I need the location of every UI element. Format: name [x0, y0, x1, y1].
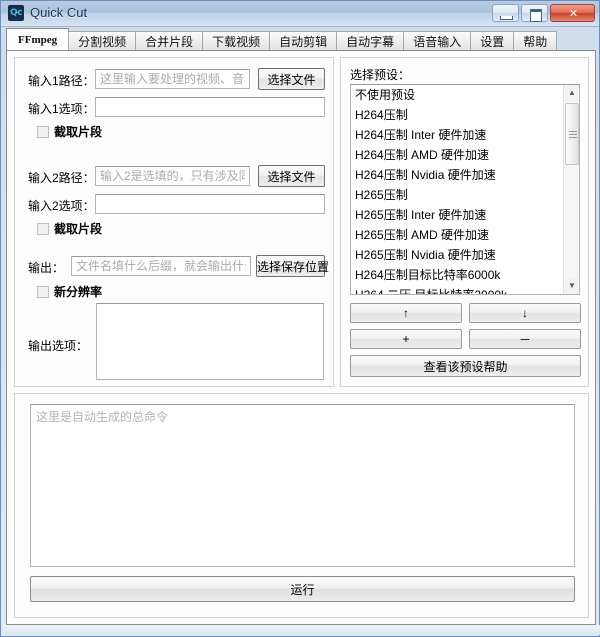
maximize-button[interactable] — [521, 4, 548, 22]
output-options-textarea[interactable] — [96, 303, 324, 380]
window-controls: ✕ — [492, 4, 595, 22]
clip1-checkbox[interactable]: 截取片段 — [37, 123, 102, 140]
list-item[interactable]: H264压制 — [351, 105, 563, 125]
scroll-down-icon[interactable]: ▼ — [564, 278, 580, 294]
scroll-up-icon[interactable]: ▲ — [564, 85, 580, 101]
maximize-icon — [530, 9, 542, 22]
tab-auto-subtitle[interactable]: 自动字幕 — [336, 31, 404, 51]
list-item[interactable]: H265压制 Nvidia 硬件加速 — [351, 245, 563, 265]
preset-panel: 选择预设： 不使用预设 H264压制 H264压制 Inter 硬件加速 H26… — [340, 57, 589, 387]
tab-ffmpeg[interactable]: FFmpeg — [6, 28, 69, 51]
input2-options-label: 输入2选项： — [28, 197, 95, 214]
output-label: 输出： — [28, 259, 64, 276]
tab-auto-edit[interactable]: 自动剪辑 — [269, 31, 337, 51]
close-button[interactable]: ✕ — [550, 4, 595, 22]
title-bar: Qc Quick Cut ✕ — [1, 1, 599, 27]
preset-listbox[interactable]: 不使用预设 H264压制 H264压制 Inter 硬件加速 H264压制 AM… — [350, 84, 580, 295]
list-item[interactable]: H264 二压 目标比特率2000k — [351, 285, 563, 295]
input-output-panel: 输入1路径： 选择文件 输入1选项： 截取片段 输入2路径： 选择文件 输入2选… — [14, 57, 334, 387]
scrollbar-thumb[interactable] — [565, 103, 579, 165]
grip-icon — [569, 131, 577, 138]
tab-page-ffmpeg: 输入1路径： 选择文件 输入1选项： 截取片段 输入2路径： 选择文件 输入2选… — [6, 50, 596, 625]
tab-merge-clips[interactable]: 合并片段 — [135, 31, 203, 51]
checkbox-box-icon — [37, 223, 49, 235]
preset-help-button[interactable]: 查看该预设帮助 — [350, 355, 581, 377]
list-item[interactable]: 不使用预设 — [351, 85, 563, 105]
app-window: Qc Quick Cut ✕ FFmpeg 分割视频 合并片段 下载视频 自动剪… — [0, 0, 600, 637]
tab-split-video[interactable]: 分割视频 — [68, 31, 136, 51]
tab-download-video[interactable]: 下载视频 — [202, 31, 270, 51]
tab-settings[interactable]: 设置 — [470, 31, 514, 51]
app-icon: Qc — [8, 5, 24, 21]
close-icon: ✕ — [568, 9, 579, 19]
input2-options-field[interactable] — [95, 194, 325, 214]
status-bar — [2, 625, 600, 635]
new-resolution-checkbox[interactable]: 新分辨率 — [37, 283, 102, 300]
minimize-icon — [500, 16, 513, 20]
input2-path-label: 输入2路径： — [28, 169, 95, 186]
command-panel: 运行 — [14, 393, 589, 618]
list-item[interactable]: H265压制 AMD 硬件加速 — [351, 225, 563, 245]
list-item[interactable]: H265压制 — [351, 185, 563, 205]
list-item[interactable]: H264压制目标比特率6000k — [351, 265, 563, 285]
input1-path-field[interactable] — [95, 69, 250, 89]
input1-options-label: 输入1选项： — [28, 100, 95, 117]
input2-browse-button[interactable]: 选择文件 — [258, 165, 325, 187]
move-preset-down-button[interactable]: ↓ — [469, 303, 581, 323]
list-item[interactable]: H264压制 Inter 硬件加速 — [351, 125, 563, 145]
preset-list: 不使用预设 H264压制 H264压制 Inter 硬件加速 H264压制 AM… — [351, 85, 563, 295]
move-preset-up-button[interactable]: ↑ — [350, 303, 462, 323]
clip2-checkbox[interactable]: 截取片段 — [37, 220, 102, 237]
preset-title: 选择预设： — [350, 66, 410, 83]
clip2-checkbox-label: 截取片段 — [54, 220, 102, 237]
output-path-field[interactable] — [71, 256, 251, 276]
input1-browse-button[interactable]: 选择文件 — [258, 68, 325, 90]
list-item[interactable]: H265压制 Inter 硬件加速 — [351, 205, 563, 225]
add-preset-button[interactable]: + — [350, 329, 462, 349]
tab-bar: FFmpeg 分割视频 合并片段 下载视频 自动剪辑 自动字幕 语音输入 设置 … — [6, 28, 596, 51]
minimize-button[interactable] — [492, 4, 519, 22]
preset-scrollbar[interactable]: ▲ ▼ — [563, 85, 579, 294]
input2-path-field[interactable] — [95, 166, 250, 186]
list-item[interactable]: H264压制 AMD 硬件加速 — [351, 145, 563, 165]
output-browse-button[interactable]: 选择保存位置 — [256, 255, 325, 277]
checkbox-box-icon — [37, 126, 49, 138]
checkbox-box-icon — [37, 286, 49, 298]
input1-options-field[interactable] — [95, 97, 325, 117]
run-button[interactable]: 运行 — [30, 576, 575, 602]
new-resolution-label: 新分辨率 — [54, 283, 102, 300]
command-textarea[interactable] — [30, 404, 575, 567]
clip1-checkbox-label: 截取片段 — [54, 123, 102, 140]
remove-preset-button[interactable]: － — [469, 329, 581, 349]
list-item[interactable]: H264压制 Nvidia 硬件加速 — [351, 165, 563, 185]
output-options-label: 输出选项： — [28, 337, 88, 354]
input1-path-label: 输入1路径： — [28, 72, 95, 89]
tab-help[interactable]: 帮助 — [513, 31, 557, 51]
window-title: Quick Cut — [30, 5, 87, 20]
tab-voice-input[interactable]: 语音输入 — [403, 31, 471, 51]
